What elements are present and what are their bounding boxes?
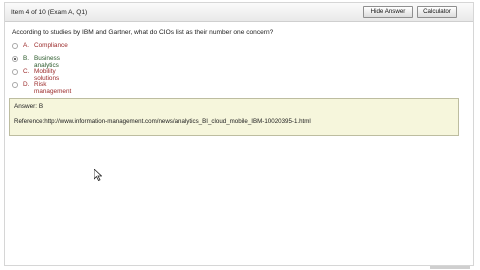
option-text: Risk management — [34, 81, 72, 95]
option-text: Mobility solutions — [34, 68, 60, 82]
radio-button-selected[interactable] — [12, 56, 18, 62]
answer-panel: Answer: B Reference:http://www.informati… — [9, 98, 459, 136]
option-text: Compliance — [34, 42, 68, 49]
option-text: Business analytics — [34, 55, 60, 69]
answer-text: Answer: B — [14, 103, 44, 110]
option-letter: B. — [23, 55, 30, 62]
radio-button[interactable] — [12, 43, 18, 49]
option-letter: C. — [23, 68, 30, 75]
item-counter: Item 4 of 10 (Exam A, Q1) — [11, 9, 88, 16]
mouse-cursor-icon — [94, 169, 102, 181]
calculator-button[interactable]: Calculator — [417, 6, 457, 18]
radio-button[interactable] — [12, 82, 18, 88]
radio-button[interactable] — [12, 69, 18, 75]
question-text: According to studies by IBM and Gartner,… — [12, 29, 274, 36]
reference-text: Reference:http://www.information-managem… — [14, 118, 311, 125]
option-letter: D. — [23, 81, 30, 88]
scrollbar[interactable] — [430, 266, 470, 269]
option-letter: A. — [23, 42, 30, 49]
hide-answer-button[interactable]: Hide Answer — [363, 6, 413, 18]
